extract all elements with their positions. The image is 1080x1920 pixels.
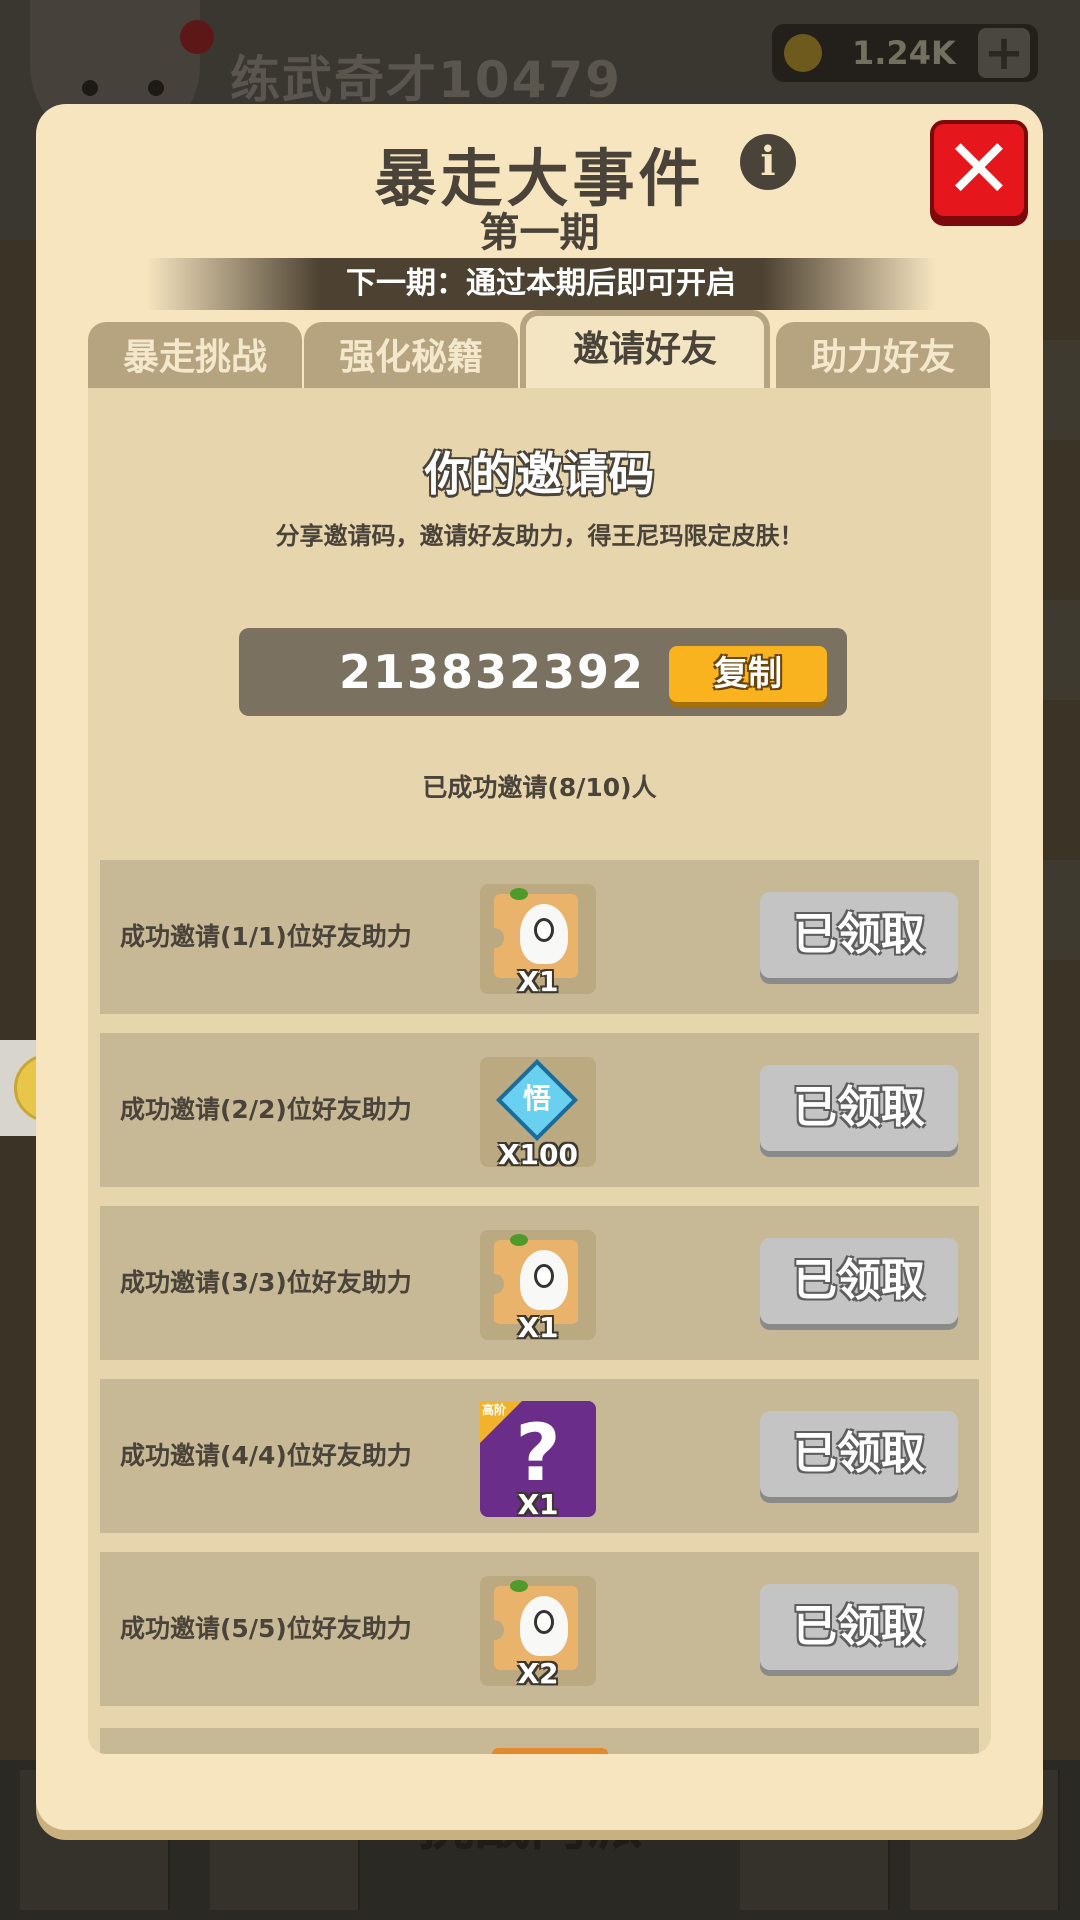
event-modal: 暴走大事件 i ✕ 第一期 下一期：通过本期后即可开启 暴走挑战 强化秘籍 邀请… <box>36 104 1043 1830</box>
claimed-button[interactable]: 已领取 <box>760 892 958 978</box>
ghost-card-icon[interactable]: X1 <box>480 884 596 998</box>
reward-item-partial <box>492 1748 608 1754</box>
reward-qty: X100 <box>497 1138 579 1171</box>
tab-enhance-manual[interactable]: 强化秘籍 <box>304 322 518 390</box>
insight-gem-icon[interactable]: 悟 X100 <box>480 1057 596 1171</box>
tab-invite-friends[interactable]: 邀请好友 <box>520 310 770 392</box>
gem-char: 悟 <box>522 1082 551 1115</box>
claimed-button[interactable]: 已领取 <box>760 1238 958 1324</box>
reward-qty: X1 <box>517 1311 559 1344</box>
modal-subtitle: 第一期 <box>479 210 600 256</box>
invite-description: 分享邀请码，邀请好友助力，得王尼玛限定皮肤！ <box>275 522 804 550</box>
tab-rampage-challenge[interactable]: 暴走挑战 <box>88 322 302 390</box>
reward-qty: X1 <box>517 965 559 998</box>
reward-row: 成功邀请(2/2)位好友助力 悟 X100 已领取 <box>100 1033 979 1187</box>
next-period-banner: 下一期：通过本期后即可开启 <box>146 258 936 310</box>
info-icon[interactable]: i <box>740 134 796 190</box>
add-coins-icon: + <box>978 28 1030 78</box>
claimed-button[interactable]: 已领取 <box>760 1411 958 1497</box>
reward-condition: 成功邀请(1/1)位好友助力 <box>120 922 412 951</box>
player-name: 练武奇才10479 <box>230 51 622 109</box>
reward-qty: X2 <box>517 1657 559 1690</box>
copy-button[interactable]: 复制 <box>669 646 827 702</box>
coin-icon <box>784 34 822 72</box>
reward-condition: 成功邀请(2/2)位好友助力 <box>120 1095 412 1124</box>
reward-qty: X1 <box>517 1488 559 1521</box>
coin-counter: 1.24K + <box>772 24 1038 82</box>
reward-condition: 成功邀请(3/3)位好友助力 <box>120 1268 412 1297</box>
claimed-button[interactable]: 已领取 <box>760 1065 958 1151</box>
invite-progress: 已成功邀请(8/10)人 <box>422 773 657 802</box>
ghost-card-icon[interactable]: X1 <box>480 1230 596 1344</box>
claimed-button[interactable]: 已领取 <box>760 1584 958 1670</box>
reward-row: 成功邀请(1/1)位好友助力 X1 已领取 <box>100 860 979 1014</box>
reward-row: 成功邀请(5/5)位好友助力 X2 已领取 <box>100 1552 979 1706</box>
mystery-box-icon[interactable]: ? 高阶 X1 <box>480 1401 596 1521</box>
invite-code-box: 213832392 复制 <box>239 628 847 716</box>
invite-code: 213832392 <box>339 645 646 699</box>
reward-row: 成功邀请(4/4)位好友助力 ? 高阶 X1 已领取 <box>100 1379 979 1533</box>
reward-row: 成功邀请(3/3)位好友助力 X1 已领取 <box>100 1206 979 1360</box>
reward-condition: 成功邀请(4/4)位好友助力 <box>120 1441 412 1470</box>
reward-row-partial <box>100 1728 979 1754</box>
invite-panel: 你的邀请码 分享邀请码，邀请好友助力，得王尼玛限定皮肤！ 213832392 复… <box>88 388 991 1754</box>
coin-value: 1.24K <box>852 34 956 72</box>
ghost-card-icon[interactable]: X2 <box>480 1576 596 1690</box>
invite-code-heading: 你的邀请码 <box>424 447 655 501</box>
reward-condition: 成功邀请(5/5)位好友助力 <box>120 1614 412 1643</box>
rarity-tag: 高阶 <box>482 1403 507 1417</box>
tab-assist-friends[interactable]: 助力好友 <box>776 322 990 390</box>
